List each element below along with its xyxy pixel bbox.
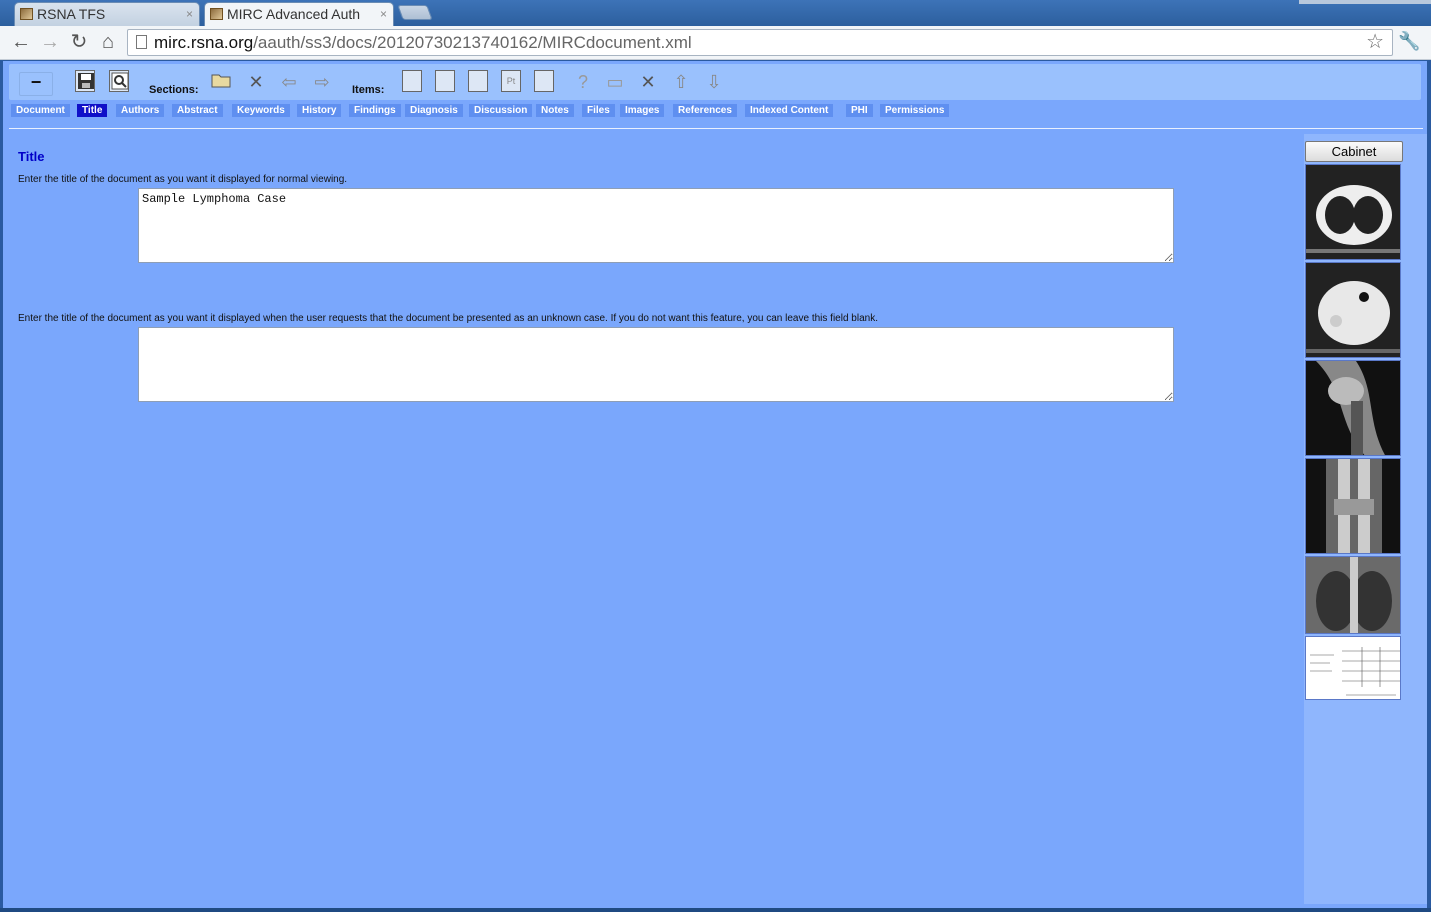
text-item-icon[interactable] — [402, 70, 422, 92]
open-folder-icon[interactable] — [211, 71, 233, 93]
preview-icon[interactable] — [109, 70, 129, 92]
divider — [9, 128, 1423, 129]
comment-icon[interactable]: ▭ — [604, 71, 626, 93]
cabinet-thumbnail[interactable] — [1305, 262, 1401, 358]
close-icon[interactable]: × — [186, 7, 193, 21]
tab-images[interactable]: Images — [620, 104, 665, 117]
wrench-menu-icon[interactable]: 🔧 — [1398, 31, 1420, 52]
cabinet-thumbnail[interactable] — [1305, 636, 1401, 700]
delete-item-icon[interactable]: ✕ — [637, 71, 659, 93]
browser-tab-mirc[interactable]: MIRC Advanced Auth × — [204, 2, 394, 26]
back-arrow-icon[interactable]: ← — [9, 31, 33, 53]
cabinet-thumbnail[interactable] — [1305, 164, 1401, 260]
cabinet-thumbnail[interactable] — [1305, 360, 1401, 456]
alt-title-help-text: Enter the title of the document as you w… — [18, 313, 878, 324]
cabinet-button[interactable]: Cabinet — [1305, 141, 1403, 162]
home-icon[interactable]: ⌂ — [96, 31, 120, 53]
sections-label: Sections: — [149, 84, 199, 96]
tab-indexed-content[interactable]: Indexed Content — [745, 104, 834, 117]
tab-diagnosis[interactable]: Diagnosis — [405, 104, 463, 117]
tab-title: MIRC Advanced Auth — [227, 6, 361, 22]
forward-arrow-icon[interactable]: → — [38, 31, 62, 53]
cabinet-thumbnail[interactable] — [1305, 458, 1401, 554]
favicon-icon — [210, 8, 223, 20]
tab-references[interactable]: References — [673, 104, 737, 117]
favicon-icon — [20, 8, 33, 20]
patient-item-icon[interactable]: Pt — [501, 70, 521, 92]
title-help-text: Enter the title of the document as you w… — [18, 174, 348, 185]
move-down-icon[interactable]: ⇩ — [703, 71, 725, 93]
question-icon[interactable]: ? — [572, 71, 594, 93]
browser-toolbar: ← → ↻ ⌂ mirc.rsna.org/aauth/ss3/docs/201… — [0, 26, 1431, 60]
items-label: Items: — [352, 84, 385, 96]
cabinet-thumbnail[interactable] — [1305, 556, 1401, 634]
paragraph-item-icon[interactable] — [435, 70, 455, 92]
tab-history[interactable]: History — [297, 104, 342, 117]
tab-phi[interactable]: PHI — [846, 104, 873, 117]
tab-permissions[interactable]: Permissions — [880, 104, 950, 117]
browser-tab-rsna-tfs[interactable]: RSNA TFS × — [14, 2, 200, 26]
tab-abstract[interactable]: Abstract — [172, 104, 223, 117]
page: − Sections: ✕ ⇦ ⇨ Items: Pt ? ▭ ✕ ⇧ ⇩ Do… — [3, 61, 1427, 908]
tab-title[interactable]: Title — [77, 104, 108, 117]
move-up-icon[interactable]: ⇧ — [670, 71, 692, 93]
address-bar[interactable]: mirc.rsna.org/aauth/ss3/docs/20120730213… — [127, 29, 1393, 56]
browser-tabstrip: RSNA TFS × MIRC Advanced Auth × — [0, 0, 1431, 26]
save-icon[interactable] — [75, 70, 95, 92]
tab-files[interactable]: Files — [582, 104, 615, 117]
section-title: Title — [18, 149, 45, 164]
new-tab-button[interactable] — [397, 5, 433, 20]
tab-keywords[interactable]: Keywords — [232, 104, 290, 117]
delete-section-icon[interactable]: ✕ — [245, 71, 267, 93]
move-right-icon[interactable]: ⇨ — [311, 71, 333, 93]
image-item-icon[interactable] — [468, 70, 488, 92]
url-path: /aauth/ss3/docs/20120730213740162/MIRCdo… — [253, 33, 692, 52]
section-editor: Title Enter the title of the document as… — [3, 134, 1303, 904]
close-icon[interactable]: × — [380, 7, 387, 21]
tab-authors[interactable]: Authors — [116, 104, 165, 117]
tab-document[interactable]: Document — [11, 104, 70, 117]
tab-discussion[interactable]: Discussion — [469, 104, 533, 117]
page-icon — [136, 35, 147, 49]
tab-findings[interactable]: Findings — [349, 104, 401, 117]
cabinet-panel: Cabinet — [1304, 134, 1427, 904]
tab-notes[interactable]: Notes — [536, 104, 574, 117]
url-host: mirc.rsna.org — [154, 33, 254, 52]
move-left-icon[interactable]: ⇦ — [278, 71, 300, 93]
bookmark-star-icon[interactable]: ☆ — [1366, 30, 1384, 55]
table-item-icon[interactable] — [534, 70, 554, 92]
window-controls — [1299, 0, 1431, 4]
editor-toolbar: − Sections: ✕ ⇦ ⇨ Items: Pt ? ▭ ✕ ⇧ ⇩ — [9, 64, 1421, 100]
alt-title-textarea[interactable] — [138, 327, 1174, 402]
tab-title: RSNA TFS — [37, 6, 106, 22]
collapse-button[interactable]: − — [19, 72, 53, 96]
title-textarea[interactable]: Sample Lymphoma Case — [138, 188, 1174, 263]
window-bottom-edge — [0, 908, 1431, 912]
reload-icon[interactable]: ↻ — [67, 31, 91, 53]
